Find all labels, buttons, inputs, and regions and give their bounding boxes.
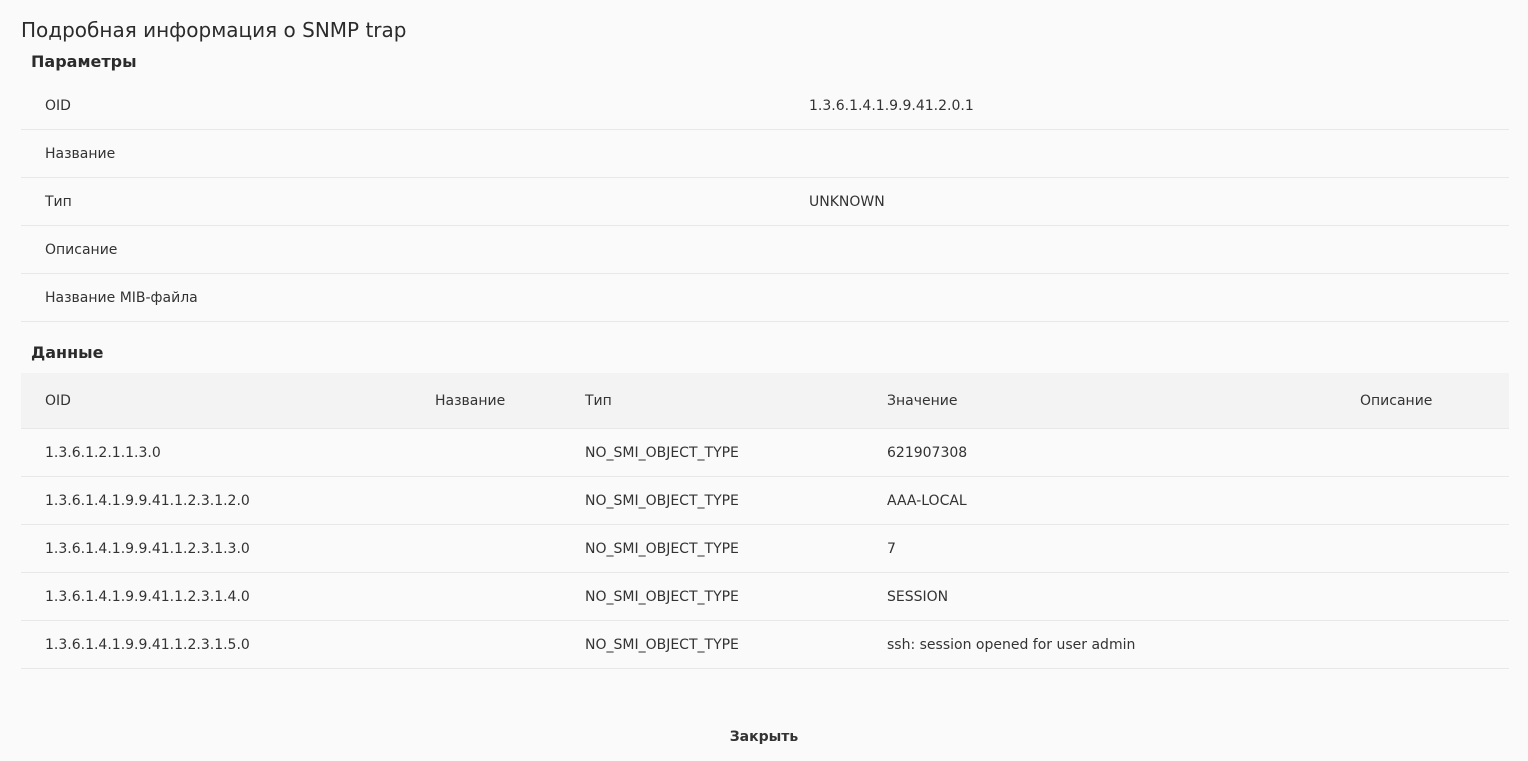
cell-value: 7 xyxy=(887,541,896,557)
param-label: Описание xyxy=(45,242,118,258)
cell-value: SESSION xyxy=(887,589,949,605)
column-header-description[interactable]: Описание xyxy=(1360,392,1432,410)
param-row-oid: OID 1.3.6.1.4.1.9.9.41.2.0.1 xyxy=(21,82,1509,130)
cell-oid: 1.3.6.1.2.1.1.3.0 xyxy=(45,445,161,461)
param-row-description: Описание xyxy=(21,226,1509,274)
column-header-value[interactable]: Значение xyxy=(887,392,957,410)
table-row: 1.3.6.1.4.1.9.9.41.1.2.3.1.5.0 NO_SMI_OB… xyxy=(21,621,1509,669)
param-label: Название MIB-файла xyxy=(45,290,198,306)
param-row-name: Название xyxy=(21,130,1509,178)
table-row: 1.3.6.1.4.1.9.9.41.1.2.3.1.4.0 NO_SMI_OB… xyxy=(21,573,1509,621)
param-label: Название xyxy=(45,146,116,162)
param-row-type: Тип UNKNOWN xyxy=(21,178,1509,226)
cell-type: NO_SMI_OBJECT_TYPE xyxy=(585,493,739,509)
params-section-title: Параметры xyxy=(31,52,137,71)
data-section-title: Данные xyxy=(31,343,104,362)
data-table: OID Название Тип Значение Описание 1.3.6… xyxy=(21,373,1509,669)
params-list: OID 1.3.6.1.4.1.9.9.41.2.0.1 Название Ти… xyxy=(21,82,1509,322)
cell-value: ssh: session opened for user admin xyxy=(887,637,1136,653)
table-header: OID Название Тип Значение Описание xyxy=(21,373,1509,429)
cell-value: AAA-LOCAL xyxy=(887,493,967,509)
cell-oid: 1.3.6.1.4.1.9.9.41.1.2.3.1.5.0 xyxy=(45,637,250,653)
param-value: 1.3.6.1.4.1.9.9.41.2.0.1 xyxy=(809,98,974,114)
cell-type: NO_SMI_OBJECT_TYPE xyxy=(585,445,739,461)
cell-value: 621907308 xyxy=(887,445,968,461)
cell-type: NO_SMI_OBJECT_TYPE xyxy=(585,637,739,653)
column-header-oid[interactable]: OID xyxy=(45,392,71,410)
param-value: UNKNOWN xyxy=(809,194,885,210)
param-row-mib-file: Название MIB-файла xyxy=(21,274,1509,322)
table-row: 1.3.6.1.2.1.1.3.0 NO_SMI_OBJECT_TYPE 621… xyxy=(21,429,1509,477)
cell-oid: 1.3.6.1.4.1.9.9.41.1.2.3.1.3.0 xyxy=(45,541,250,557)
snmp-trap-details-dialog: Подробная информация о SNMP trap Парамет… xyxy=(0,0,1528,761)
cell-oid: 1.3.6.1.4.1.9.9.41.1.2.3.1.2.0 xyxy=(45,493,250,509)
cell-type: NO_SMI_OBJECT_TYPE xyxy=(585,541,739,557)
table-row: 1.3.6.1.4.1.9.9.41.1.2.3.1.2.0 NO_SMI_OB… xyxy=(21,477,1509,525)
column-header-type[interactable]: Тип xyxy=(585,392,612,410)
close-button[interactable]: Закрыть xyxy=(714,724,814,750)
param-label: OID xyxy=(45,98,71,114)
column-header-name[interactable]: Название xyxy=(435,392,505,410)
param-label: Тип xyxy=(45,194,72,210)
cell-oid: 1.3.6.1.4.1.9.9.41.1.2.3.1.4.0 xyxy=(45,589,250,605)
table-row: 1.3.6.1.4.1.9.9.41.1.2.3.1.3.0 NO_SMI_OB… xyxy=(21,525,1509,573)
cell-type: NO_SMI_OBJECT_TYPE xyxy=(585,589,739,605)
dialog-title: Подробная информация о SNMP trap xyxy=(21,18,407,42)
